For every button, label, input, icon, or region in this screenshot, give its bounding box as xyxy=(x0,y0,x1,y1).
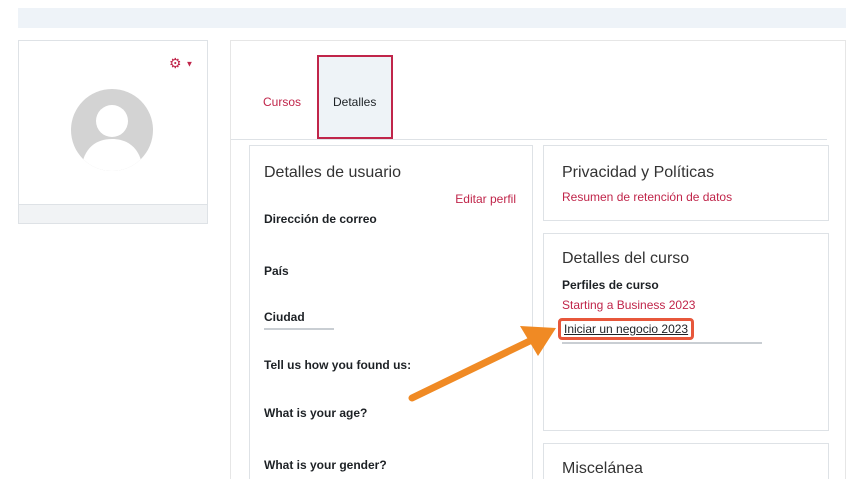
annotation-arrow-icon xyxy=(408,326,556,402)
